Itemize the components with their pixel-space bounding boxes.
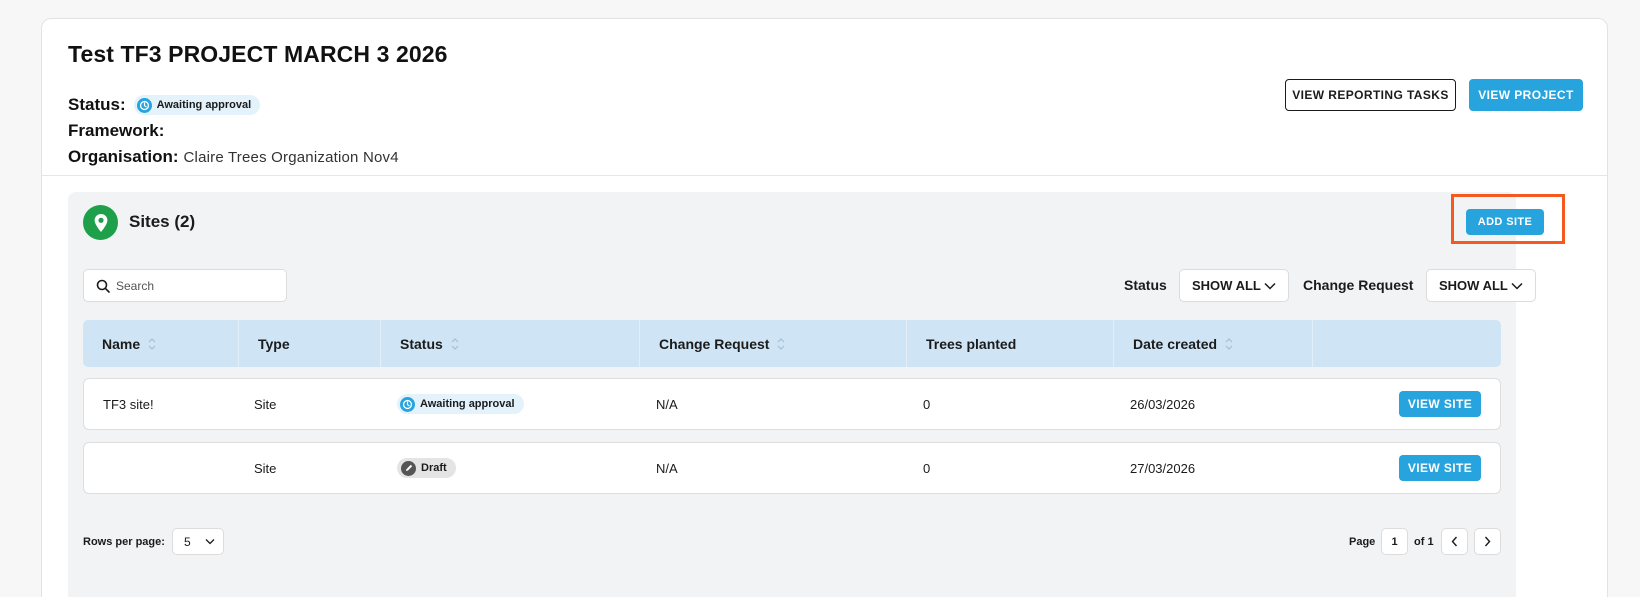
site-type: Site [254,460,277,476]
organisation-label: Organisation: [68,147,179,166]
status-badge-text: Awaiting approval [156,99,252,111]
clock-icon [400,396,415,412]
site-status: Awaiting approval [397,379,524,429]
site-date-created: 26/03/2026 [1130,396,1196,412]
search-input[interactable] [116,278,276,293]
status-badge-text: Awaiting approval [420,398,515,410]
rows-per-page-label: Rows per page: [83,536,165,548]
organisation-value: Claire Trees Organization Nov4 [183,148,399,166]
column-header-label: Trees planted [926,335,1017,352]
chevron-left-icon [1451,536,1458,547]
framework-label: Framework: [68,121,165,140]
sort-icon [777,337,785,351]
change-request-filter-label: Change Request [1303,277,1414,293]
view-site-button[interactable]: VIEW SITE [1399,391,1481,417]
sort-icon [451,337,459,351]
page-label: Page [1349,536,1376,548]
site-status: Draft [397,443,456,493]
sites-panel: Sites (2) ADD SITE Status SHOW ALL Chang… [68,192,1565,597]
column-header-name[interactable]: Name [83,320,239,367]
map-pin-icon [83,205,118,240]
pencil-icon [401,460,416,476]
framework-row: Framework: [68,121,169,141]
table-row: TF3 site! Site Awaiting approval N/A 0 2… [83,378,1501,430]
sites-title: Sites (2) [129,212,196,231]
view-reporting-tasks-button[interactable]: VIEW REPORTING TASKS [1285,79,1456,111]
table-row: Site Draft N/A 0 27/03/2026 VIEW SITE [83,442,1501,494]
status-filter-label: Status [1124,277,1167,293]
site-change-request: N/A [656,460,678,476]
sort-icon [148,337,156,351]
organisation-row: Organisation: Claire Trees Organization … [68,147,399,167]
chevron-down-icon [205,538,215,545]
chevron-right-icon [1484,536,1491,547]
change-request-filter-value: SHOW ALL [1439,278,1508,293]
project-header: Test TF3 PROJECT MARCH 3 2026 Status: Aw… [42,19,1607,176]
column-header-type: Type [239,320,381,367]
status-filter-select[interactable]: SHOW ALL [1179,269,1289,302]
rows-per-page-value: 5 [184,534,191,549]
site-name: TF3 site! [103,396,154,412]
previous-page-button[interactable] [1441,528,1468,555]
change-request-filter-select[interactable]: SHOW ALL [1426,269,1536,302]
site-trees-planted: 0 [923,460,931,476]
status-badge: Awaiting approval [397,394,524,414]
site-type: Site [254,396,277,412]
project-title: Test TF3 PROJECT MARCH 3 2026 [68,41,448,67]
column-header-actions [1313,320,1501,367]
column-header-label: Status [400,335,443,352]
site-change-request: N/A [656,396,678,412]
column-header-label: Change Request [659,335,770,352]
search-icon [96,279,110,293]
view-site-button[interactable]: VIEW SITE [1399,455,1481,481]
view-project-button[interactable]: VIEW PROJECT [1469,79,1583,111]
sort-icon [1225,337,1233,351]
rows-per-page-select[interactable]: 5 [172,528,224,555]
page-of-label: of 1 [1414,536,1434,548]
status-badge-text: Draft [421,462,447,474]
site-trees-planted: 0 [923,396,931,412]
site-date-created: 27/03/2026 [1130,460,1196,476]
column-header-trees-planted: Trees planted [907,320,1114,367]
table-header: Name Type Status Change Request Trees pl… [83,320,1501,367]
column-header-label: Date created [1133,335,1218,352]
status-badge: Awaiting approval [133,95,261,115]
column-header-label: Name [102,335,141,352]
page-number-input[interactable]: 1 [1381,528,1408,555]
chevron-down-icon [1511,282,1523,290]
column-header-status[interactable]: Status [381,320,640,367]
column-header-date-created[interactable]: Date created [1114,320,1313,367]
status-filter-value: SHOW ALL [1192,278,1261,293]
add-site-button[interactable]: ADD SITE [1466,209,1544,235]
column-header-label: Type [258,335,290,352]
project-card: Test TF3 PROJECT MARCH 3 2026 Status: Aw… [41,18,1608,597]
status-badge: Draft [397,458,456,478]
column-header-change-request[interactable]: Change Request [640,320,907,367]
clock-icon [136,97,152,113]
chevron-down-icon [1264,282,1276,290]
next-page-button[interactable] [1474,528,1501,555]
status-row: Status: Awaiting approval [68,95,261,115]
search-box [83,269,287,302]
status-label: Status: [68,95,126,114]
